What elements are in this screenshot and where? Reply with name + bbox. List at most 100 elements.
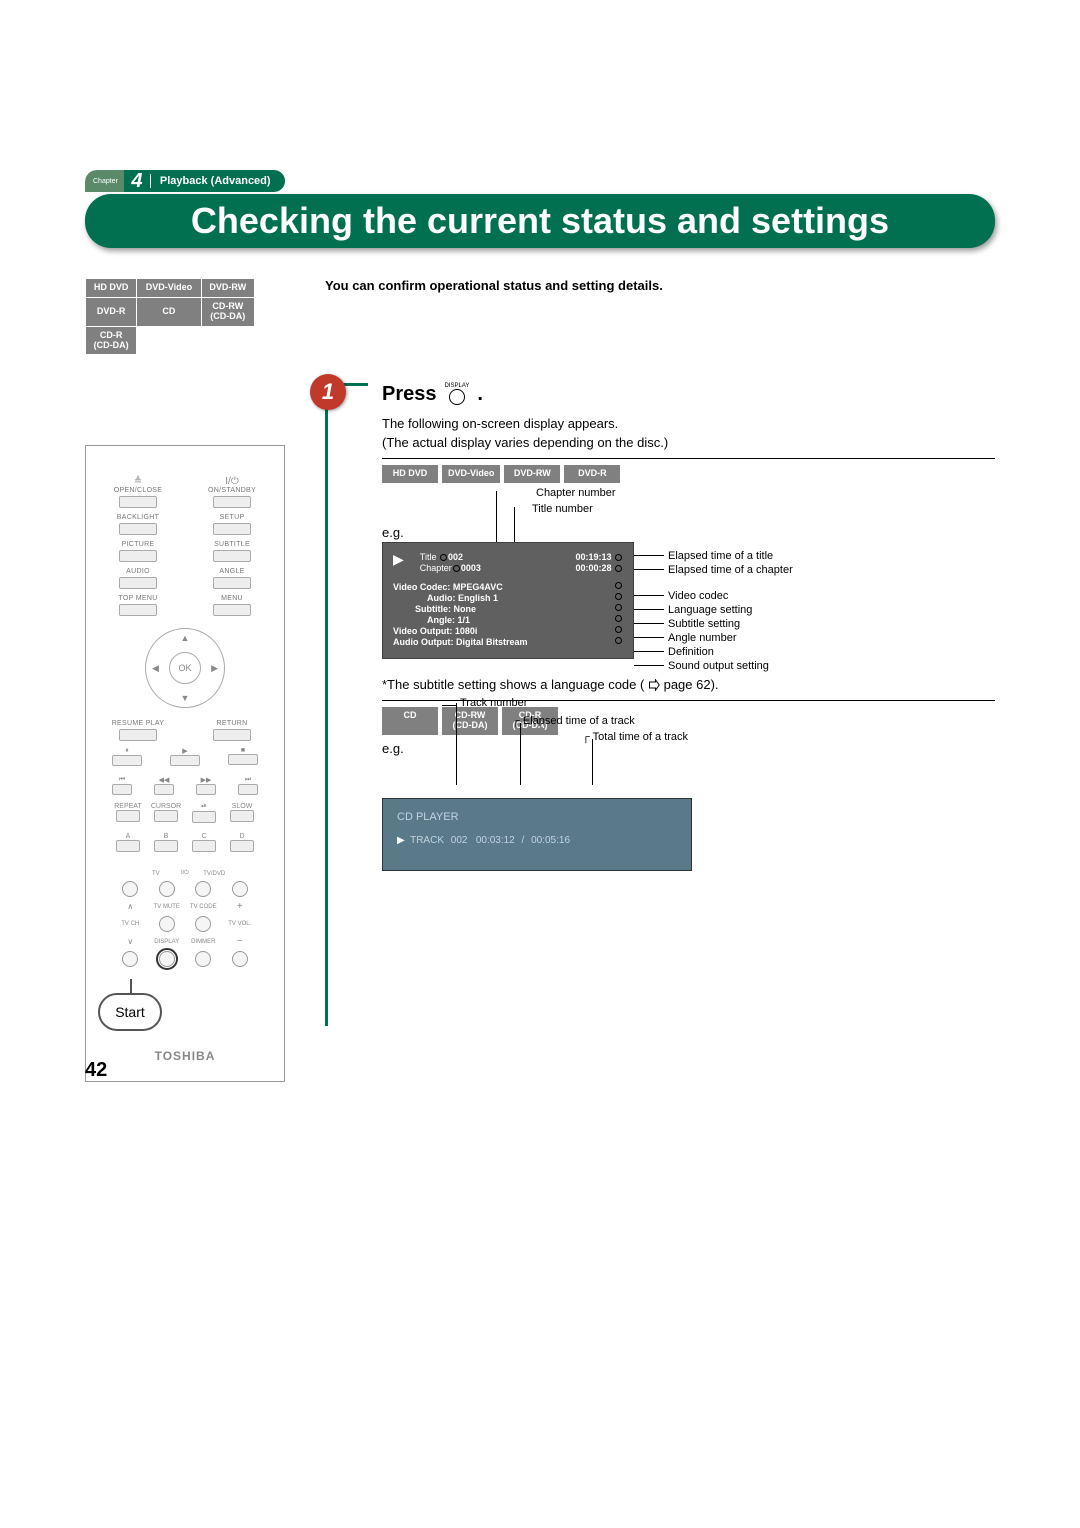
callout-video-codec: Video codec (668, 590, 728, 602)
skip-prev-button[interactable] (112, 784, 132, 795)
repeat-button[interactable] (116, 810, 140, 822)
dpad[interactable]: ▲ ▼ ◀ ▶ OK (145, 628, 225, 708)
slow-button[interactable] (230, 810, 254, 822)
chapter-number: 4 (124, 170, 150, 192)
resume-play-button[interactable] (119, 729, 157, 741)
ffwd-button[interactable] (196, 784, 216, 795)
return-button[interactable] (213, 729, 251, 741)
return-label: RETURN (198, 720, 266, 727)
osd-audio-out-label: Audio Output: (393, 637, 453, 647)
d-button[interactable] (230, 840, 254, 852)
press-instruction: Press DISPLAY . (382, 383, 995, 406)
skip-next-icon: ⏭ (238, 776, 258, 784)
callout-definition: Definition (668, 646, 714, 658)
b-label: B (150, 833, 182, 840)
callout-elapsed-title: Elapsed time of a title (668, 550, 773, 562)
top-menu-label: TOP MENU (104, 595, 172, 602)
subtitle-label: SUBTITLE (198, 541, 266, 548)
skip-prev-icon: ⏮ (112, 776, 132, 784)
callout-elapsed-chapter: Elapsed time of a chapter (668, 564, 793, 576)
backlight-button[interactable] (119, 523, 157, 535)
osd-chapter-label: Chapter (420, 563, 452, 573)
tv-ch-down-button[interactable] (122, 951, 138, 967)
tag-cdrw: CD-RW (CD-DA) (442, 707, 498, 735)
display-button[interactable] (159, 951, 175, 967)
disc-type-table: HD DVD DVD-Video DVD-RW DVD-R CD CD-RW (… (85, 278, 255, 355)
disc-cell: CD-RW (CD-DA) (201, 297, 254, 326)
tv-code-label: TV CODE (185, 904, 222, 910)
a-button[interactable] (116, 840, 140, 852)
press-word: Press (382, 383, 437, 406)
angle-label: ANGLE (198, 568, 266, 575)
tag-dvdvideo: DVD-Video (442, 465, 500, 483)
repeat-label: REPEAT (112, 803, 144, 810)
tv-vol-label: TV VOL. (222, 921, 259, 927)
osd-subtitle-value: None (454, 604, 477, 614)
play-button[interactable] (170, 755, 200, 766)
disc-cell: DVD-Video (137, 279, 201, 298)
audio-button[interactable] (119, 577, 157, 589)
picture-label: PICTURE (104, 541, 172, 548)
picture-button[interactable] (119, 550, 157, 562)
pause-button[interactable] (112, 755, 142, 766)
step-line-2: (The actual display varies depending on … (382, 435, 995, 450)
tv-vol-up-button[interactable] (232, 881, 248, 897)
step-button[interactable] (192, 811, 216, 823)
tvdvd-button[interactable] (195, 881, 211, 897)
skip-next-button[interactable] (238, 784, 258, 795)
tvdvd-label: TV/DVD (200, 871, 229, 877)
b-button[interactable] (154, 840, 178, 852)
open-close-label: OPEN/CLOSE (104, 487, 172, 494)
cd-track-label: TRACK (410, 835, 444, 846)
c-button[interactable] (192, 840, 216, 852)
callout-language: Language setting (668, 604, 752, 616)
cursor-button[interactable] (154, 810, 178, 822)
remote-control: ≜OPEN/CLOSE I/⏻ON/STANDBY BACKLIGHT SETU… (85, 445, 285, 1082)
cd-track-value: 002 (451, 835, 468, 846)
callout-track-number: Track number (460, 697, 527, 709)
step-number: 1 (310, 374, 346, 410)
eg-label: e.g. (382, 525, 995, 540)
pause-icon: ⏸ (112, 747, 142, 755)
subtitle-button[interactable] (213, 550, 251, 562)
play-indicator-icon: ▶ (393, 551, 404, 568)
c-label: C (188, 833, 220, 840)
footnote: *The subtitle setting shows a language c… (382, 677, 995, 692)
start-callout: Start (98, 993, 162, 1031)
ok-button[interactable]: OK (169, 652, 201, 684)
osd-chapter-value: 0003 (461, 563, 481, 573)
display-label: DISPLAY (149, 939, 186, 945)
tv-vol-down-button[interactable] (232, 951, 248, 967)
tv-ch-up-button[interactable] (122, 881, 138, 897)
chapter-tab: Chapter 4 Playback (Advanced) (85, 170, 285, 192)
osd-dvd: ▶ Title 002 00:19:13 Chapter0003 (382, 542, 634, 659)
tv-ch-label: TV CH (112, 921, 149, 927)
osd-title-label: Title (420, 552, 437, 562)
tv-code-button[interactable] (195, 916, 211, 932)
top-menu-button[interactable] (119, 604, 157, 616)
osd-video-codec-label: Video Codec: (393, 582, 450, 592)
open-close-button[interactable] (119, 496, 157, 508)
rewind-button[interactable] (154, 784, 174, 795)
tv-mute-label: TV MUTE (149, 904, 186, 910)
tv-power-button[interactable] (159, 881, 175, 897)
tv-mute-button[interactable] (159, 916, 175, 932)
on-standby-button[interactable] (213, 496, 251, 508)
callout-track-total: Total time of a track (593, 731, 688, 743)
osd-subtitle-label: Subtitle: (415, 604, 451, 614)
left-column: HD DVD DVD-Video DVD-RW DVD-R CD CD-RW (… (85, 278, 285, 1082)
stop-button[interactable] (228, 754, 258, 765)
osd-video-codec-value: MPEG4AVC (453, 582, 503, 592)
menu-label: MENU (198, 595, 266, 602)
d-label: D (226, 833, 258, 840)
press-dot: . (477, 383, 483, 406)
dimmer-button[interactable] (195, 951, 211, 967)
menu-button[interactable] (213, 604, 251, 616)
disc-cell: HD DVD (86, 279, 137, 298)
slow-label: SLOW (226, 803, 258, 810)
angle-button[interactable] (213, 577, 251, 589)
setup-button[interactable] (213, 523, 251, 535)
osd-angle-value: 1/1 (458, 615, 471, 625)
stop-icon: ■ (228, 747, 258, 754)
play-icon: ▶ (170, 747, 200, 755)
